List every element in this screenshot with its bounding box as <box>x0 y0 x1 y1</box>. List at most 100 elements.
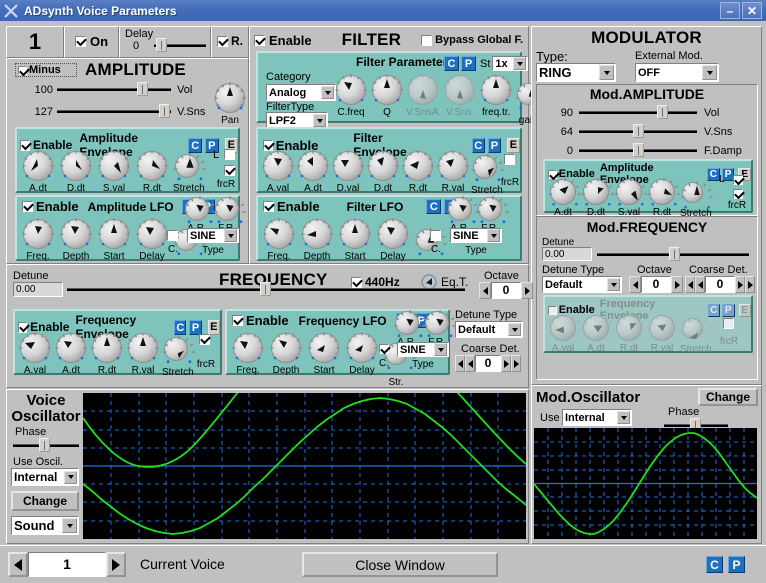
filter-env-knob-adt[interactable] <box>296 149 330 183</box>
mod-detune-value[interactable]: 0.00 <box>542 247 592 261</box>
freq-env-knob-stretch[interactable] <box>162 335 195 364</box>
mod-freq-env-knob-rdt[interactable] <box>614 313 647 343</box>
filter-lfo-type-select[interactable]: SINE <box>450 228 502 243</box>
mod-octave-dec[interactable] <box>629 276 641 293</box>
pan-knob[interactable] <box>213 81 247 115</box>
freq-env-knob-adt[interactable] <box>54 331 88 365</box>
frequency-detune-value[interactable]: 0.00 <box>13 282 63 297</box>
filter-lfo-knob-freq[interactable] <box>262 217 296 251</box>
frequency-detune-slider[interactable] <box>67 282 465 296</box>
mod-octave-inc[interactable] <box>671 276 683 293</box>
chevron-down-icon[interactable] <box>607 278 620 291</box>
freq-lfo-knob-depth[interactable] <box>269 331 303 365</box>
frequency-coarse-dec[interactable] <box>465 355 475 372</box>
delay-slider-thumb[interactable] <box>156 38 167 52</box>
mod-oscillator-change-button[interactable]: Change <box>698 388 758 406</box>
voice-use-oscil-select[interactable]: Internal <box>11 468 79 486</box>
mod-coarse-inc[interactable] <box>735 276 745 293</box>
amp-env-knob-rdt[interactable] <box>135 149 169 183</box>
mod-freq-env-p-button[interactable]: P <box>722 303 735 317</box>
freq-env-knob-aval[interactable] <box>18 331 52 365</box>
mod-detune-type-select[interactable]: Default <box>542 276 622 293</box>
footer-p-button[interactable]: P <box>728 556 745 573</box>
mod-vsns-slider[interactable] <box>579 124 697 138</box>
chevron-down-icon[interactable] <box>508 323 521 336</box>
chevron-down-icon[interactable] <box>313 114 326 127</box>
mod-freq-env-e-button[interactable]: E <box>738 303 751 317</box>
freq-env-frcr-checkbox[interactable] <box>199 333 210 345</box>
filter-st-select[interactable]: 1x <box>492 56 529 71</box>
chevron-down-icon[interactable] <box>513 57 527 70</box>
frequency-detune-thumb[interactable] <box>260 282 271 296</box>
frequency-octave-dec[interactable] <box>479 282 491 299</box>
modulator-external-select[interactable]: OFF <box>635 63 719 82</box>
close-window-button[interactable]: Close Window <box>302 552 498 577</box>
filter-lfo-knob-fr[interactable] <box>476 195 509 224</box>
filter-knob-vsnsa[interactable] <box>406 73 440 107</box>
filter-knob-freqtr[interactable] <box>479 73 513 107</box>
mod-freq-env-knob-adt[interactable] <box>581 313 614 343</box>
chevron-down-icon[interactable] <box>434 343 447 356</box>
mod-detune-thumb[interactable] <box>669 247 680 261</box>
filter-lfo-knob-depth[interactable] <box>300 217 334 251</box>
mod-amp-env-knob-stretch[interactable] <box>680 180 713 209</box>
minimize-button[interactable]: – <box>720 2 740 19</box>
amp-lfo-enable-checkbox[interactable] <box>22 201 33 212</box>
mod-vsns-thumb[interactable] <box>633 124 644 138</box>
filter-lfo-c-button[interactable]: C <box>426 199 442 214</box>
chevron-down-icon[interactable] <box>702 65 717 80</box>
freq-env-knob-rdt[interactable] <box>90 331 124 365</box>
filter-knob-cfreq[interactable] <box>334 73 368 107</box>
amp-lfo-knob-freq[interactable] <box>21 217 55 251</box>
chevron-down-icon[interactable] <box>599 65 614 80</box>
freq-lfo-knob-fr[interactable] <box>423 309 456 338</box>
voice-prev-button[interactable] <box>8 552 28 577</box>
mod-amp-env-knob-sval[interactable] <box>614 177 647 207</box>
filter-lfo-knob-ar[interactable] <box>446 195 479 224</box>
mod-vol-slider[interactable] <box>579 105 697 119</box>
frequency-octave-inc[interactable] <box>521 282 533 299</box>
mod-freq-env-knob-aval[interactable] <box>548 313 581 343</box>
mod-amp-env-frcr-checkbox[interactable] <box>733 189 743 200</box>
r-checkbox[interactable] <box>217 35 228 47</box>
mod-amp-env-knob-rdt[interactable] <box>647 177 680 207</box>
mod-amp-env-knob-ddt[interactable] <box>581 177 614 207</box>
amplitude-vsns-slider[interactable] <box>57 104 171 118</box>
mod-amp-env-l-checkbox[interactable] <box>733 175 743 186</box>
frequency-coarse-inc[interactable] <box>501 355 511 372</box>
filter-knob-vsns[interactable] <box>443 73 477 107</box>
filter-lfo-knob-start[interactable] <box>338 217 372 251</box>
mod-octave-spinner[interactable]: 0 <box>629 276 683 293</box>
amp-lfo-type-select[interactable]: SINE <box>187 228 239 243</box>
voice-next-button[interactable] <box>106 552 126 577</box>
close-button[interactable]: ✕ <box>742 2 762 19</box>
freq-lfo-knob-ar[interactable] <box>393 309 426 338</box>
filter-category-select[interactable]: Analog <box>266 84 336 101</box>
mod-oscillator-use-select[interactable]: Internal <box>562 409 632 426</box>
mod-freq-env-knob-rval[interactable] <box>647 313 680 343</box>
delay-slider[interactable] <box>154 38 206 52</box>
mod-freq-env-frcr-checkbox[interactable] <box>723 317 734 329</box>
amp-env-frcr-checkbox[interactable] <box>224 164 235 176</box>
mod-coarse-dec2[interactable] <box>685 276 695 293</box>
voice-sound-select[interactable]: Sound <box>11 516 79 535</box>
filter-bypass-checkbox[interactable] <box>421 34 433 46</box>
filter-env-knob-rval[interactable] <box>436 149 470 183</box>
filter-env-frcr-checkbox[interactable] <box>504 153 515 165</box>
voice-phase-slider[interactable] <box>13 438 79 452</box>
mod-fdamp-thumb[interactable] <box>633 143 644 157</box>
filter-knob-q[interactable] <box>370 73 404 107</box>
filter-enable-checkbox[interactable] <box>254 34 265 46</box>
filter-env-knob-aval[interactable] <box>261 149 295 183</box>
amp-lfo-knob-depth[interactable] <box>59 217 93 251</box>
amp-env-knob-stretch[interactable] <box>173 152 206 181</box>
footer-c-button[interactable]: C <box>706 556 723 573</box>
freq-lfo-knob-freq[interactable] <box>231 331 265 365</box>
modulator-type-select[interactable]: RING <box>536 63 616 82</box>
voice-phase-thumb[interactable] <box>39 438 50 452</box>
amp-env-knob-adt[interactable] <box>21 149 55 183</box>
filter-env-e-button[interactable]: E <box>506 137 521 153</box>
amp-env-knob-ddt[interactable] <box>59 149 93 183</box>
frequency-coarse-dec2[interactable] <box>455 355 465 372</box>
freq-env-knob-rval[interactable] <box>126 331 160 365</box>
